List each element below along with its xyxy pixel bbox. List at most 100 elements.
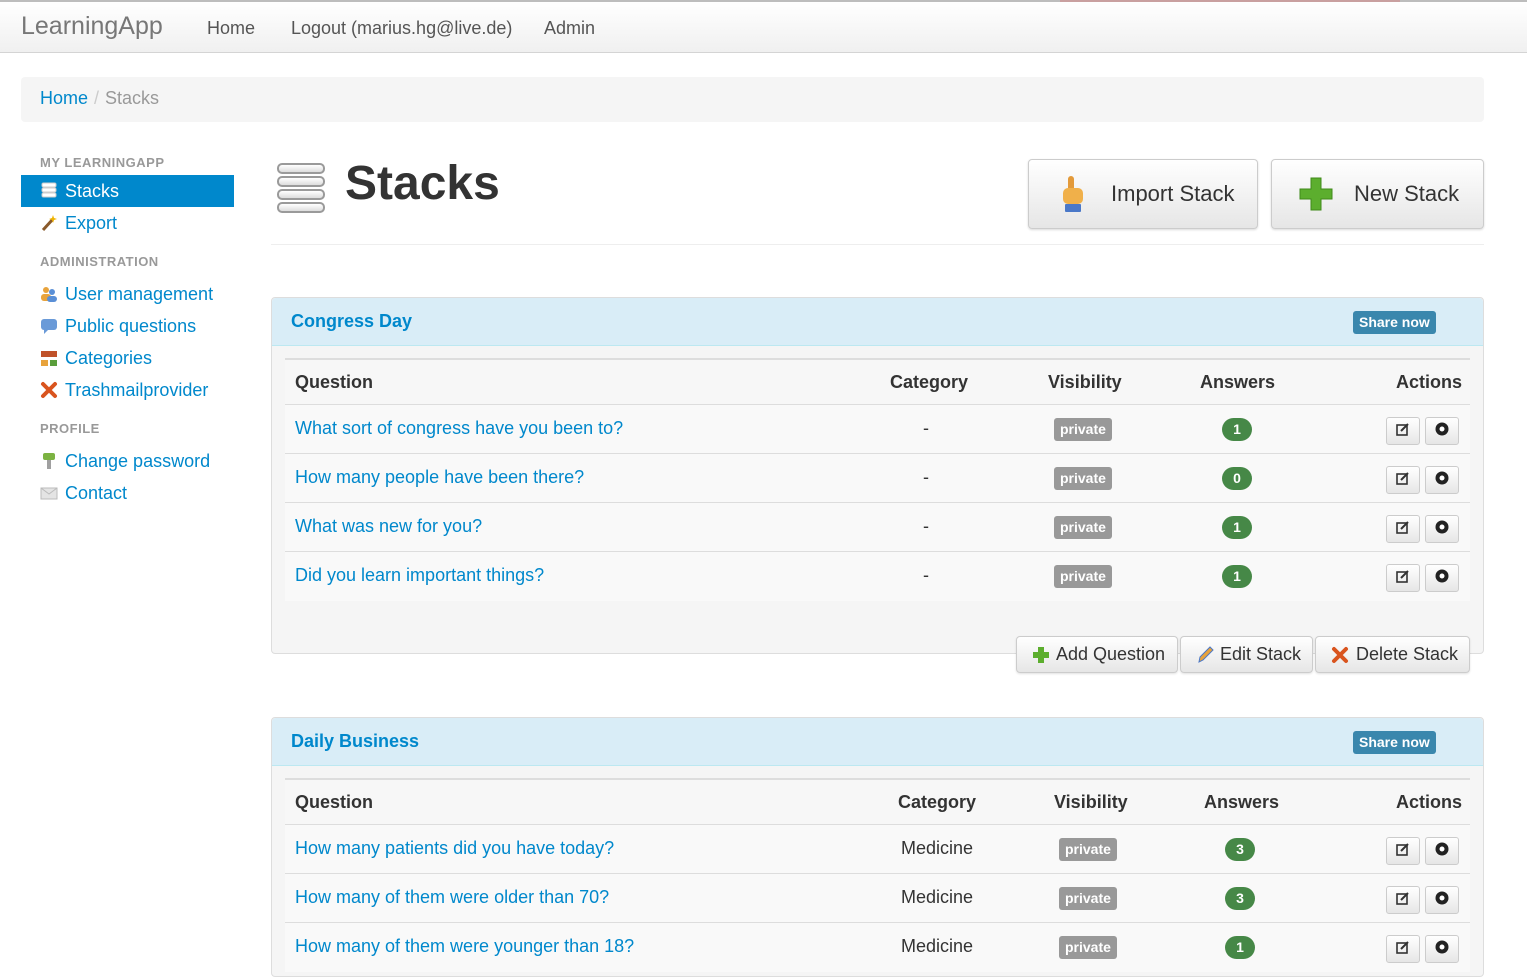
sidebar-item-public-questions[interactable]: Public questions [21,310,234,342]
table-row: How many patients did you have today? Me… [285,825,1470,874]
visibility-label: private [1054,467,1112,490]
visibility-label: private [1059,936,1117,959]
nav-header-my-learningapp: MY LEARNINGAPP [40,155,165,170]
edit-icon [1396,520,1410,539]
visibility-label: private [1059,887,1117,910]
edit-icon [1396,471,1410,490]
page-header: Stacks Import Stack New Stack [271,150,1484,245]
table-row: What was new for you? - private 1 [285,503,1470,552]
plus-icon [1298,176,1334,212]
answers-badge: 1 [1222,516,1252,539]
remove-circle-icon [1435,520,1449,539]
nav-home[interactable]: Home [207,18,255,39]
delete-question-button[interactable] [1425,935,1459,963]
stack-panel-congress-day: Congress Day Share now Question Category… [271,297,1484,654]
sidebar-item-export[interactable]: Export [21,207,234,239]
sidebar-item-label: User management [65,283,214,304]
sidebar-item-trashmailprovider[interactable]: Trashmailprovider [21,374,234,406]
question-link[interactable]: How many of them were younger than 18? [295,936,634,957]
breadcrumb-separator: / [94,88,100,108]
edit-question-button[interactable] [1386,417,1420,445]
stack-panel-header: Daily Business Share now [272,718,1483,766]
delete-question-button[interactable] [1425,515,1459,543]
edit-question-button[interactable] [1386,837,1420,865]
table-row: How many of them were older than 70? Med… [285,874,1470,923]
sidebar-item-label: Public questions [65,315,197,336]
delete-question-button[interactable] [1425,837,1459,865]
table-row: How many of them were younger than 18? M… [285,923,1470,972]
question-link[interactable]: Did you learn important things? [295,565,544,586]
edit-icon [1396,569,1410,588]
table-row: How many people have been there? - priva… [285,454,1470,503]
category-cell: Medicine [901,838,974,858]
col-visibility: Visibility [1048,372,1122,392]
edit-question-button[interactable] [1386,886,1420,914]
edit-question-button[interactable] [1386,564,1420,592]
sidebar-item-contact[interactable]: Contact [21,477,234,509]
question-link[interactable]: What sort of congress have you been to? [295,418,623,439]
remove-circle-icon [1435,471,1449,490]
question-link[interactable]: How many patients did you have today? [295,838,614,859]
col-question: Question [295,792,374,812]
col-question: Question [295,372,374,392]
remove-circle-icon [1435,422,1449,441]
delete-stack-button[interactable]: Delete Stack [1315,636,1470,673]
stack-title[interactable]: Congress Day [291,311,412,332]
wand-icon [40,214,58,232]
sidebar-item-label: Contact [65,482,128,503]
new-stack-button[interactable]: New Stack [1271,159,1484,229]
edit-question-button[interactable] [1386,466,1420,494]
import-stack-button[interactable]: Import Stack [1028,159,1258,229]
question-link[interactable]: What was new for you? [295,516,482,537]
edit-icon [1396,842,1410,861]
sidebar-item-change-password[interactable]: Change password [21,445,234,477]
sitemap-icon [40,349,58,367]
remove-circle-icon [1435,569,1449,588]
sidebar-item-label: Export [65,212,118,233]
questions-table: Question Category Visibility Answers Act… [285,778,1470,972]
stack-panel-daily-business: Daily Business Share now Question Catego… [271,717,1484,977]
breadcrumb-home[interactable]: Home [40,88,88,108]
nav-header-administration: ADMINISTRATION [40,254,159,269]
cross-icon [1330,645,1350,665]
sidebar: MY LEARNINGAPP Stacks Export ADMINISTRAT… [21,150,234,509]
delete-question-button[interactable] [1425,466,1459,494]
answers-badge: 3 [1225,838,1255,861]
question-link[interactable]: How many of them were older than 70? [295,887,609,908]
nav-logout[interactable]: Logout (marius.hg@live.de) [291,18,512,39]
edit-icon [1396,891,1410,910]
visibility-label: private [1054,565,1112,588]
nav-admin[interactable]: Admin [544,18,595,39]
delete-question-button[interactable] [1425,417,1459,445]
stack-title[interactable]: Daily Business [291,731,419,752]
share-now-button[interactable]: Share now [1353,731,1436,754]
edit-stack-button[interactable]: Edit Stack [1180,636,1313,673]
sidebar-item-label: Stacks [65,180,120,201]
brand-logo[interactable]: LearningApp [21,12,163,41]
users-icon [40,285,58,303]
answers-badge: 3 [1225,887,1255,910]
edit-question-button[interactable] [1386,935,1420,963]
delete-question-button[interactable] [1425,564,1459,592]
question-link[interactable]: How many people have been there? [295,467,584,488]
sidebar-item-user-management[interactable]: User management [21,278,234,310]
edit-icon [1396,940,1410,959]
share-now-button[interactable]: Share now [1353,311,1436,334]
stack-panel-header: Congress Day Share now [272,298,1483,346]
add-question-button[interactable]: Add Question [1016,636,1178,673]
table-row: Did you learn important things? - privat… [285,552,1470,601]
visibility-label: private [1059,838,1117,861]
mail-icon [40,484,58,502]
sidebar-item-stacks[interactable]: Stacks [21,175,234,207]
col-category: Category [898,792,977,812]
comment-icon [40,317,58,335]
database-icon [40,182,58,200]
category-cell: - [923,467,929,487]
col-answers: Answers [1200,372,1276,392]
visibility-label: private [1054,516,1112,539]
category-cell: - [923,418,929,438]
delete-stack-label: Delete Stack [1356,644,1459,664]
delete-question-button[interactable] [1425,886,1459,914]
sidebar-item-categories[interactable]: Categories [21,342,234,374]
edit-question-button[interactable] [1386,515,1420,543]
